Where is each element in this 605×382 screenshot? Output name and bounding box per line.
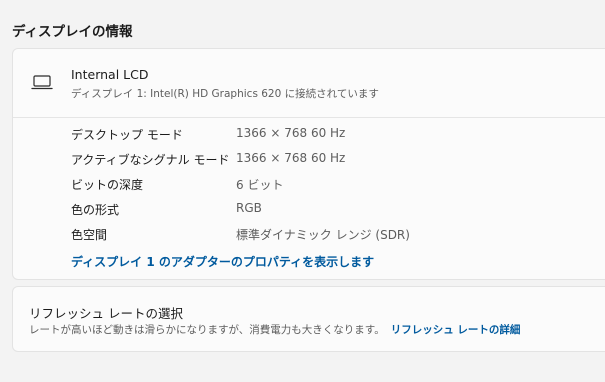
- display-info-page: ディスプレイの情報 Internal LCD ディスプレイ 1: Intel(R…: [0, 0, 605, 382]
- refresh-rate-card: リフレッシュ レートの選択 レートが高いほど動きは滑らかになりますが、消費電力も…: [12, 286, 605, 352]
- spec-label: 色の形式: [71, 203, 120, 217]
- spec-label: アクティブなシグナル モード: [71, 153, 230, 167]
- refresh-rate-title: リフレッシュ レートの選択: [29, 306, 183, 321]
- display-name: Internal LCD: [71, 67, 149, 82]
- display-header: Internal LCD ディスプレイ 1: Intel(R) HD Graph…: [13, 49, 605, 118]
- display-connection-info: ディスプレイ 1: Intel(R) HD Graphics 620 に接続され…: [71, 88, 379, 100]
- adapter-properties-link[interactable]: ディスプレイ 1 のアダプターのプロパティを表示します: [71, 253, 374, 270]
- spec-value: RGB: [236, 201, 262, 215]
- spec-label: ビットの深度: [71, 178, 144, 192]
- spec-value: 標準ダイナミック レンジ (SDR): [236, 228, 410, 242]
- spec-label: 色空間: [71, 228, 108, 242]
- spec-label: デスクトップ モード: [71, 128, 183, 142]
- refresh-rate-details-link[interactable]: リフレッシュ レートの詳細: [391, 324, 521, 336]
- laptop-icon: [31, 75, 53, 91]
- display-info-card: Internal LCD ディスプレイ 1: Intel(R) HD Graph…: [12, 48, 605, 280]
- spec-value: 1366 × 768 60 Hz: [236, 126, 346, 140]
- spec-value: 1366 × 768 60 Hz: [236, 151, 346, 165]
- spec-value: 6 ビット: [236, 178, 284, 192]
- section-title: ディスプレイの情報: [12, 24, 133, 40]
- refresh-rate-description: レートが高いほど動きは滑らかになりますが、消費電力も大きくなります。 リフレッシュ…: [29, 322, 520, 337]
- refresh-rate-description-text: レートが高いほど動きは滑らかになりますが、消費電力も大きくなります。: [29, 324, 385, 336]
